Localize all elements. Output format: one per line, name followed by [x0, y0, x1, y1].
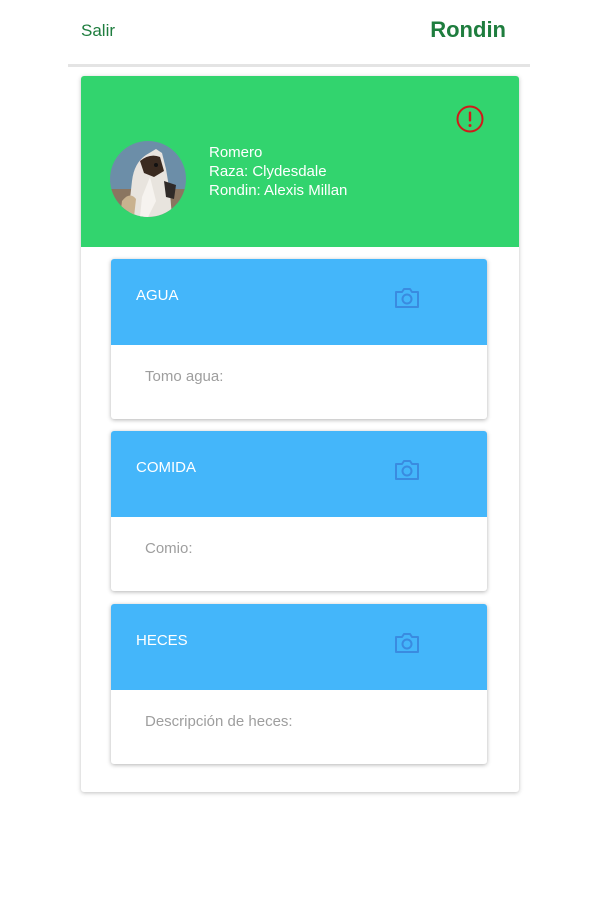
camera-icon[interactable]: [393, 631, 421, 655]
section-heces: HECES: [111, 604, 487, 764]
section-header: AGUA: [111, 259, 487, 345]
horse-name: Romero: [209, 144, 263, 161]
water-input[interactable]: [145, 365, 465, 387]
section-agua: AGUA: [111, 259, 487, 419]
camera-icon[interactable]: [393, 458, 421, 482]
horse-info: Romero Raza: Clydesdale Rondin: Alexis M…: [209, 143, 347, 200]
top-bar: Salir Rondin: [68, 0, 530, 64]
food-input[interactable]: [145, 537, 465, 559]
alert-circle-icon[interactable]: [455, 104, 485, 134]
divider: [68, 64, 530, 67]
section-header: HECES: [111, 604, 487, 690]
horse-card: Romero Raza: Clydesdale Rondin: Alexis M…: [81, 76, 519, 792]
section-title: AGUA: [136, 287, 179, 304]
horse-photo: [110, 141, 186, 217]
horse-breed: Raza: Clydesdale: [209, 163, 327, 180]
exit-button[interactable]: Salir: [81, 21, 115, 41]
horse-header: Romero Raza: Clydesdale Rondin: Alexis M…: [81, 76, 519, 247]
section-title: COMIDA: [136, 459, 196, 476]
section-header: COMIDA: [111, 431, 487, 517]
section-comida: COMIDA: [111, 431, 487, 591]
camera-icon[interactable]: [393, 286, 421, 310]
horse-rondin: Rondin: Alexis Millan: [209, 182, 348, 199]
page-title: Rondin: [430, 17, 506, 42]
avatar: [110, 141, 186, 217]
section-title: HECES: [136, 632, 188, 649]
feces-input[interactable]: [145, 710, 465, 732]
